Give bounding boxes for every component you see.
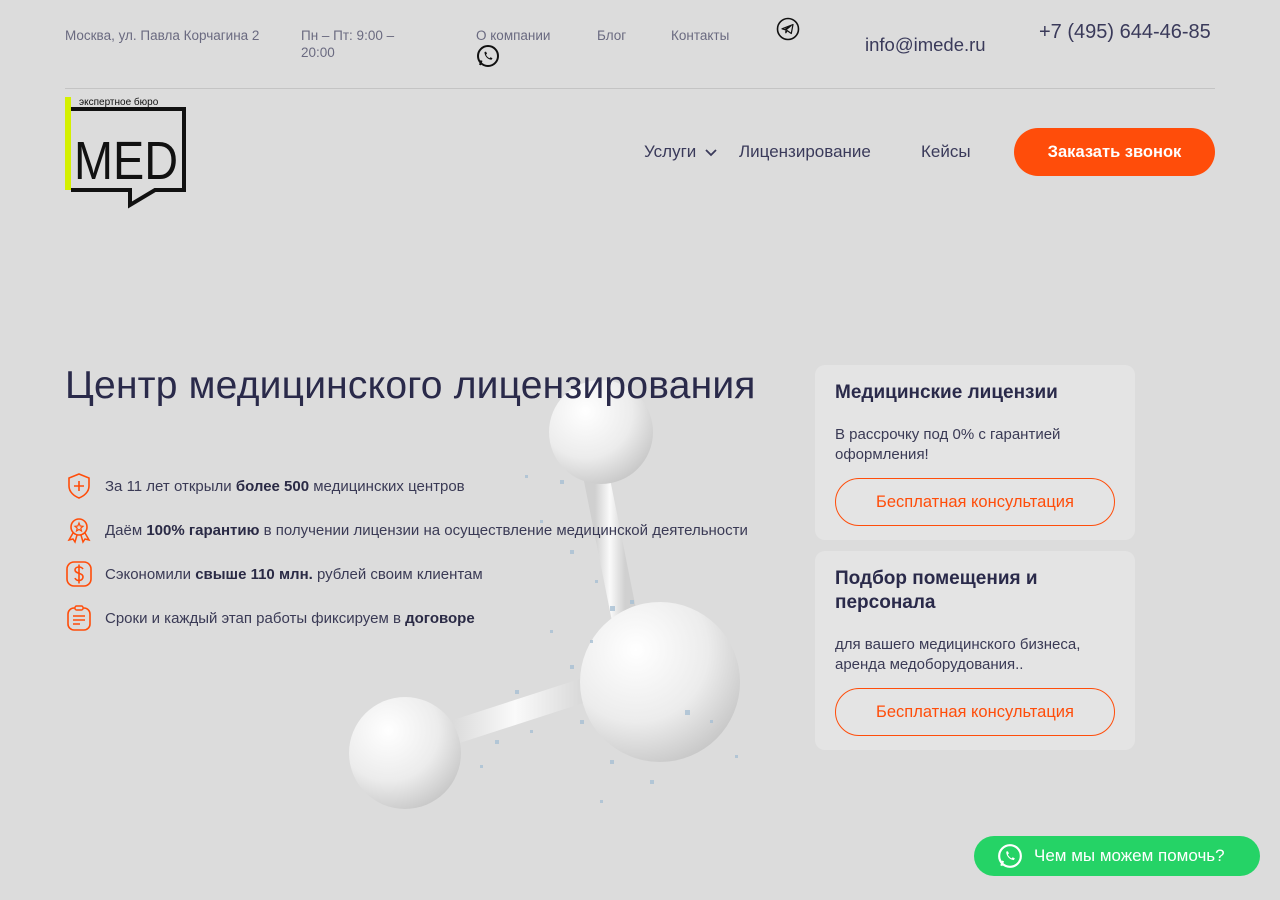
card-medical-licenses: Медицинские лицензии В рассрочку под 0% … xyxy=(815,365,1135,540)
award-badge-icon xyxy=(67,518,91,544)
chat-label: Чем мы можем помочь? xyxy=(1034,846,1225,865)
email-link[interactable]: info@imede.ru xyxy=(865,34,986,56)
feature-text: Сэкономили свыше 110 млн. рублей своим к… xyxy=(105,566,483,583)
free-consultation-button[interactable]: Бесплатная консультация xyxy=(835,478,1115,526)
card-title: Подбор помещения и персонала xyxy=(835,568,1038,613)
nav-cases[interactable]: Кейсы xyxy=(921,142,971,162)
chevron-down-icon xyxy=(705,149,717,157)
nav-licensing[interactable]: Лицензирование xyxy=(739,142,871,162)
hero-title: Центр медицинского лицензирования xyxy=(65,364,756,407)
company-logo[interactable]: экспертное бюро MED xyxy=(65,97,187,209)
phone-link[interactable]: +7 (495) 644-46-85 xyxy=(1039,20,1214,45)
nav-services[interactable]: Услуги xyxy=(644,142,718,162)
feature-item: Сэкономили свыше 110 млн. рублей своим к… xyxy=(65,560,795,590)
working-hours: Пн – Пт: 9:00 – 20:00 xyxy=(301,28,395,60)
nav-services-label: Услуги xyxy=(644,142,697,161)
free-consultation-button[interactable]: Бесплатная консультация xyxy=(835,688,1115,736)
feature-text: За 11 лет открыли более 500 медицинских … xyxy=(105,478,465,495)
telegram-icon[interactable] xyxy=(776,17,800,41)
dollar-icon xyxy=(66,561,92,587)
card-text: В рассрочку под 0% с гарантией оформлени… xyxy=(835,426,1061,463)
feature-item: Даём 100% гарантию в получении лицензии … xyxy=(65,516,795,546)
feature-text: Даём 100% гарантию в получении лицензии … xyxy=(105,522,748,539)
feature-item: Сроки и каждый этап работы фиксируем в д… xyxy=(65,604,795,634)
top-link-about[interactable]: О компании xyxy=(476,27,550,44)
chat-widget-button[interactable]: Чем мы можем помочь? xyxy=(974,836,1260,876)
feature-text: Сроки и каждый этап работы фиксируем в д… xyxy=(105,610,475,627)
logo-tagline: экспертное бюро xyxy=(79,97,159,108)
card-text: для вашего медицинского бизнеса, аренда … xyxy=(835,636,1081,673)
shield-plus-icon xyxy=(68,473,90,499)
logo-wordmark: MED xyxy=(74,131,178,191)
card-title: Медицинские лицензии xyxy=(835,382,1058,403)
feature-item: За 11 лет открыли более 500 медицинских … xyxy=(65,472,795,502)
top-link-blog[interactable]: Блог xyxy=(597,27,626,44)
top-link-contacts[interactable]: Контакты xyxy=(671,27,729,44)
clipboard-icon xyxy=(67,605,91,631)
whatsapp-icon xyxy=(998,844,1022,868)
order-call-button[interactable]: Заказать звонок xyxy=(1014,128,1215,176)
card-premises-staff: Подбор помещения и персонала для вашего … xyxy=(815,551,1135,750)
whatsapp-icon[interactable] xyxy=(476,44,500,68)
top-bar: Москва, ул. Павла Корчагина 2 Пн – Пт: 9… xyxy=(65,0,1215,89)
address: Москва, ул. Павла Корчагина 2 xyxy=(65,28,260,43)
